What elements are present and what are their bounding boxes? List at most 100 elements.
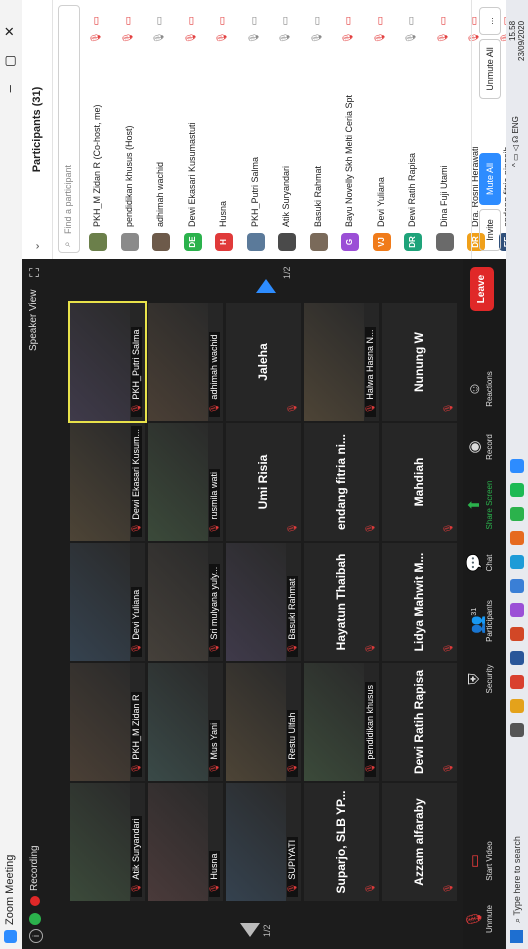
security-button[interactable]: ⛨ Security xyxy=(465,649,494,709)
video-tile[interactable]: 🎙 Halwa Hasna N... xyxy=(304,303,379,421)
photoshop-icon[interactable] xyxy=(510,603,524,617)
whatsapp-icon[interactable] xyxy=(510,507,524,521)
video-tile[interactable]: 🎙 SUPIYATI xyxy=(226,783,301,901)
search-icon: ⌕ xyxy=(62,241,73,247)
taskbar-search-box[interactable]: ⌕ Type here to search xyxy=(509,763,525,923)
speaker-view-button[interactable]: Speaker View xyxy=(28,289,39,351)
video-tile[interactable]: Hayatun Thaibah 🎙 xyxy=(304,543,379,661)
muted-mic-icon: 🎙 xyxy=(209,642,219,654)
participant-row[interactable]: G Bayu Novelly Skh Melti Ceria Spt 🎙▭ xyxy=(334,0,366,259)
tile-name: Nunung W xyxy=(412,332,426,392)
spotify-icon[interactable] xyxy=(510,483,524,497)
video-tile[interactable]: 🎙 Atik Suryandari xyxy=(70,783,145,901)
muted-mic-icon: 🎙 xyxy=(287,402,297,414)
share-screen-label: Share Screen xyxy=(485,480,494,530)
muted-mic-icon: 🎙 xyxy=(365,642,375,654)
task-view-icon[interactable] xyxy=(510,723,524,737)
reactions-button[interactable]: ☺ Reactions xyxy=(465,359,494,419)
participant-row[interactable]: Dina Fuji Utami 🎙▭ xyxy=(429,0,461,259)
chrome-icon[interactable] xyxy=(510,675,524,689)
video-tile[interactable]: 🎙 PKH_Putri Salma xyxy=(68,299,147,425)
participants-footer: Invite Mute All Unmute All ... xyxy=(471,0,506,259)
video-tile[interactable]: 🎙 PKH_M Zidan R xyxy=(70,663,145,781)
participant-row[interactable]: PKH_M Zidan R (Co-host, me) 🎙▭ xyxy=(82,0,114,259)
more-button[interactable]: ... xyxy=(479,7,501,35)
video-tile[interactable]: 🎙 pendidikan khusus xyxy=(304,663,379,781)
unmute-button[interactable]: 🎙 Unmute xyxy=(465,889,494,949)
video-tile[interactable]: Umi Risia 🎙 xyxy=(226,423,301,541)
video-tile[interactable]: 🎙 Restu Ulfah xyxy=(226,663,301,781)
leave-button[interactable]: Leave xyxy=(470,267,494,311)
participant-row[interactable]: DR Dewi Ratih Rapisa 🎙▭ xyxy=(397,0,429,259)
firefox-icon[interactable] xyxy=(510,531,524,545)
participant-search-input[interactable]: ⌕ Find a participant xyxy=(58,5,80,253)
video-tile[interactable]: Mahdiah 🎙 xyxy=(382,423,457,541)
record-button[interactable]: ◉ Record xyxy=(465,417,494,477)
chat-button[interactable]: 💬 Chat xyxy=(465,533,494,593)
tile-name: Halwa Hasna N... xyxy=(365,329,375,400)
participants-button[interactable]: 👥31 Participants xyxy=(465,591,494,651)
participant-row[interactable]: H Husna 🎙▭ xyxy=(208,0,240,259)
video-tile[interactable]: Suparjo, SLB YP... 🎙 xyxy=(304,783,379,901)
video-tile[interactable]: 🎙 Dewi Ekasari Kusum... xyxy=(70,423,145,541)
video-feed xyxy=(148,663,208,781)
calendar-icon[interactable] xyxy=(510,579,524,593)
tile-name: Dewi Ratih Rapisa xyxy=(412,669,426,775)
window-title: Zoom Meeting xyxy=(4,854,16,925)
video-tile[interactable]: Dewi Ratih Rapisa 🎙 xyxy=(382,663,457,781)
security-label: Security xyxy=(485,664,494,694)
muted-mic-icon: 🎙 xyxy=(287,762,297,774)
word-icon[interactable] xyxy=(510,651,524,665)
clock-time: 15.58 xyxy=(508,20,517,41)
tile-name-label: 🎙 Basuki Rahmat xyxy=(287,575,298,657)
next-page-arrow-icon[interactable] xyxy=(256,279,276,293)
video-tile[interactable]: 🎙 adhimah wachid xyxy=(148,303,223,421)
tile-name-label: 🎙 Dewi Ekasari Kusum... xyxy=(131,426,142,537)
video-tile[interactable]: Jaleha 🎙 xyxy=(226,303,301,421)
video-feed xyxy=(70,303,130,421)
tile-name-label: 🎙 Sri mulyana yuly... xyxy=(209,563,220,657)
video-tile[interactable]: 🎙 rusmila wati xyxy=(148,423,223,541)
window-controls[interactable]: –▢✕ xyxy=(2,8,18,92)
powerpoint-icon[interactable] xyxy=(510,627,524,641)
video-tile[interactable]: endang fitria ni... 🎙 xyxy=(304,423,379,541)
muted-mic-icon: 🎙 xyxy=(287,882,297,894)
participants-label: Participants xyxy=(485,600,494,642)
video-tile[interactable]: Lidya Mahwit M... 🎙 xyxy=(382,543,457,661)
windows-start-icon[interactable] xyxy=(510,930,523,943)
zoom-taskbar-icon[interactable] xyxy=(510,459,524,473)
fullscreen-icon[interactable]: ⛶ xyxy=(27,268,43,277)
unmute-all-button[interactable]: Unmute All xyxy=(479,39,501,99)
participant-row[interactable]: DE Dewi Ekasari Kusumastuti 🎙▭ xyxy=(177,0,209,259)
video-tile[interactable]: Azzam alfaraby 🎙 xyxy=(382,783,457,901)
muted-mic-icon: 🎙 xyxy=(365,402,375,414)
muted-mic-icon: 🎙 xyxy=(209,402,219,414)
participant-row[interactable]: PKH_Putri Salma 🎙▭ xyxy=(240,0,272,259)
file-explorer-icon[interactable] xyxy=(510,699,524,713)
participant-row[interactable]: Basuki Rahmat 🎙▭ xyxy=(303,0,335,259)
share-screen-button[interactable]: ⬆ Share Screen xyxy=(465,475,494,535)
info-icon[interactable]: i xyxy=(29,929,43,943)
invite-button[interactable]: Invite xyxy=(479,209,501,251)
muted-mic-icon: 🎙 xyxy=(443,642,453,654)
video-tile[interactable]: 🎙 Sri mulyana yuly... xyxy=(148,543,223,661)
mute-all-button[interactable]: Mute All xyxy=(479,153,501,205)
video-tile[interactable]: Nunung W 🎙 xyxy=(382,303,457,421)
encryption-shield-icon[interactable] xyxy=(29,913,41,925)
start-video-button[interactable]: ▭ Start Video xyxy=(465,831,494,891)
video-feed xyxy=(70,663,130,781)
system-tray[interactable]: ^ ▭ ◁ ☊ ENG xyxy=(511,116,520,167)
participant-row[interactable]: pendidikan khusus (Host) 🎙▭ xyxy=(114,0,146,259)
video-tile[interactable]: 🎙 Husna xyxy=(148,783,223,901)
tile-name: rusmila wati xyxy=(209,472,219,520)
participant-row[interactable]: Atik Suryandari 🎙▭ xyxy=(271,0,303,259)
participant-row[interactable]: adhimah wachid 🎙▭ xyxy=(145,0,177,259)
participant-row[interactable]: VJ Devi Yuliana 🎙▭ xyxy=(366,0,398,259)
video-tile[interactable]: 🎙 Mus Yani xyxy=(148,663,223,781)
video-tile[interactable]: 🎙 Basuki Rahmat xyxy=(226,543,301,661)
muted-mic-icon: 🎙 xyxy=(365,522,375,534)
video-tile[interactable]: 🎙 Devi Yuliana xyxy=(70,543,145,661)
tile-name: PKH_Putri Salma xyxy=(131,329,141,400)
prev-page-arrow-icon[interactable] xyxy=(240,923,260,937)
edge-icon[interactable] xyxy=(510,555,524,569)
